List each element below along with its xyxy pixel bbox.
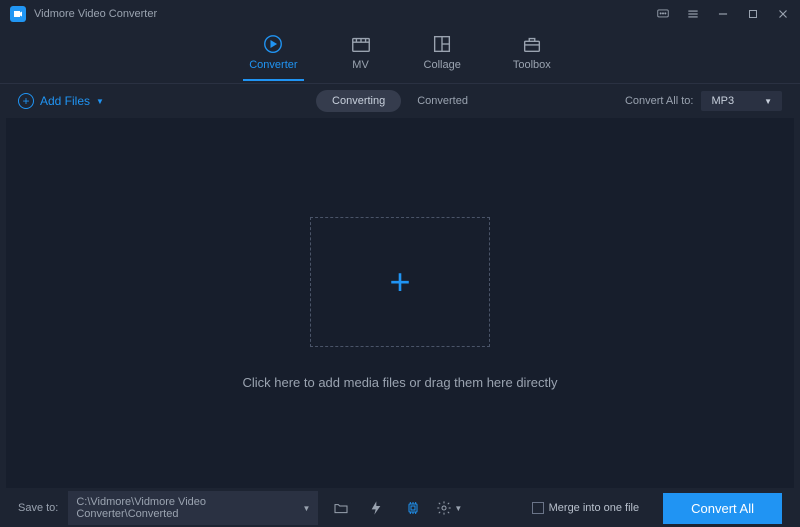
titlebar: Vidmore Video Converter [0,0,800,28]
app-logo-icon [10,6,26,22]
tab-converter[interactable]: Converter [249,33,297,79]
dropzone-area: + Click here to add media files or drag … [6,118,794,488]
main-tabs: Converter MV Collage Toolbox [0,28,800,84]
collage-icon [431,33,453,55]
minimize-icon[interactable] [716,7,730,21]
plus-icon: + [389,261,410,303]
format-dropdown[interactable]: MP3 ▼ [701,91,782,111]
tab-toolbox[interactable]: Toolbox [513,33,551,79]
settings-button[interactable]: ▼ [436,495,462,521]
plus-circle-icon: + [18,93,34,109]
tab-collage[interactable]: Collage [424,33,461,79]
tab-label: Toolbox [513,59,551,71]
checkbox-icon [532,502,544,514]
chevron-down-icon: ▼ [302,504,310,513]
maximize-icon[interactable] [746,7,760,21]
save-to-label: Save to: [18,502,58,514]
convert-all-button[interactable]: Convert All [663,493,782,524]
save-path-dropdown[interactable]: C:\Vidmore\Vidmore Video Converter\Conve… [68,491,318,525]
convert-all-to-label: Convert All to: [625,95,693,107]
tab-label: Collage [424,59,461,71]
dropzone-text: Click here to add media files or drag th… [242,375,557,390]
speed-button[interactable] [364,495,390,521]
converter-icon [262,33,284,55]
chevron-down-icon: ▼ [96,97,104,106]
add-files-label: Add Files [40,94,90,108]
tab-label: MV [352,59,369,71]
pill-converting[interactable]: Converting [316,90,401,112]
feedback-icon[interactable] [656,7,670,21]
save-path-value: C:\Vidmore\Vidmore Video Converter\Conve… [76,496,302,520]
gpu-button[interactable] [400,495,426,521]
window-controls [656,7,790,21]
chevron-down-icon: ▼ [764,97,772,106]
tab-mv[interactable]: MV [350,33,372,79]
toolbar: + Add Files ▼ Converting Converted Conve… [0,84,800,118]
merge-checkbox[interactable]: Merge into one file [532,502,640,514]
tab-label: Converter [249,59,297,71]
merge-label: Merge into one file [549,502,640,514]
format-value: MP3 [711,95,734,107]
app-title: Vidmore Video Converter [34,8,656,20]
close-icon[interactable] [776,7,790,21]
convert-all-to: Convert All to: MP3 ▼ [625,91,782,111]
footer: Save to: C:\Vidmore\Vidmore Video Conver… [0,489,800,527]
open-folder-button[interactable] [328,495,354,521]
pill-converted[interactable]: Converted [401,90,484,112]
add-files-button[interactable]: + Add Files ▼ [18,93,104,109]
status-filter: Converting Converted [316,90,484,112]
dropzone[interactable]: + [310,217,490,347]
chevron-down-icon: ▼ [454,504,462,513]
menu-icon[interactable] [686,7,700,21]
mv-icon [350,33,372,55]
toolbox-icon [521,33,543,55]
